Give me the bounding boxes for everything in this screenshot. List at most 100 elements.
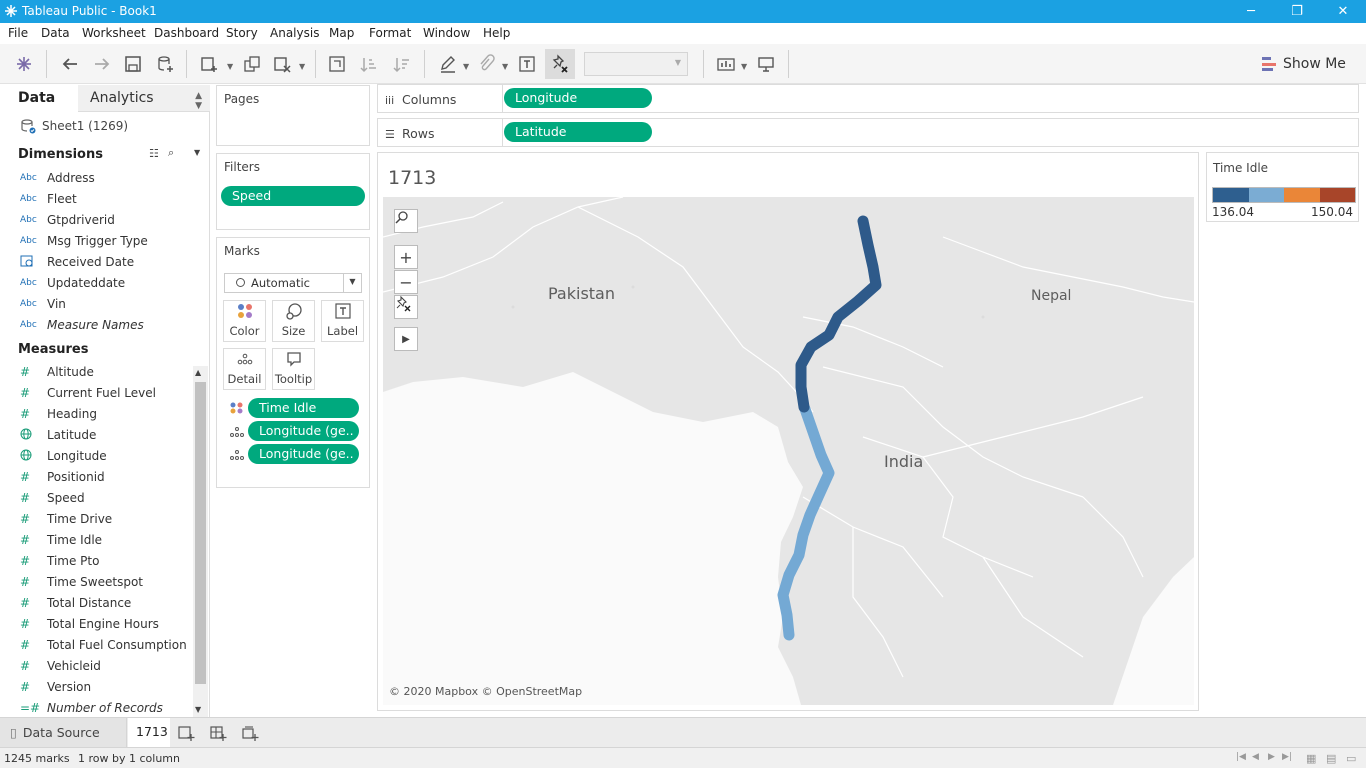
restore-button[interactable]: ❐ <box>1274 0 1320 23</box>
last-sheet-icon[interactable]: ▶| <box>1282 752 1292 762</box>
zoom-out-button[interactable]: − <box>394 270 418 294</box>
show-filmstrip-icon[interactable]: ▤ <box>1326 752 1336 765</box>
detail-button[interactable]: Detail <box>223 348 266 390</box>
dimension-field[interactable]: Abc Updateddate <box>20 274 125 292</box>
filters-card[interactable]: Filters Speed <box>216 153 370 230</box>
prev-sheet-icon[interactable]: ◀ <box>1252 752 1259 762</box>
reset-map-button[interactable] <box>394 295 418 319</box>
undo-icon[interactable] <box>58 52 82 76</box>
show-me-button[interactable]: Show Me <box>1262 54 1346 74</box>
columns-pill-longitude[interactable]: Longitude <box>504 88 652 108</box>
show-tabs-icon[interactable]: ▭ <box>1346 752 1356 765</box>
filter-pill-speed[interactable]: Speed <box>221 186 365 206</box>
menu-story[interactable]: Story <box>226 26 258 40</box>
zoom-in-button[interactable]: + <box>394 245 418 269</box>
measure-field[interactable]: # Time Idle <box>20 531 102 549</box>
dimension-field[interactable]: Abc Address <box>20 169 95 187</box>
measure-field[interactable]: Longitude <box>20 447 107 465</box>
sheet-tab-1713[interactable]: 1713 <box>128 718 170 747</box>
color-legend[interactable]: Time Idle 136.04 150.04 <box>1206 152 1359 222</box>
sort-ascending-icon[interactable] <box>357 52 381 76</box>
marks-pill-longitude-2[interactable]: Longitude (ge.. <box>248 444 359 464</box>
menu-data[interactable]: Data <box>41 26 70 40</box>
measure-field[interactable]: # Time Sweetspot <box>20 573 143 591</box>
color-button[interactable]: Color <box>223 300 266 342</box>
show-cards-icon[interactable] <box>714 52 738 76</box>
highlight-dropdown-icon[interactable]: ▼ <box>463 62 469 71</box>
measure-field[interactable]: # Time Drive <box>20 510 112 528</box>
datasource-item[interactable]: Sheet1 (1269) <box>20 118 128 134</box>
new-worksheet-tab-icon[interactable] <box>177 724 195 742</box>
minimize-button[interactable]: ─ <box>1228 0 1274 23</box>
clear-sheet-icon[interactable] <box>270 52 294 76</box>
tab-data[interactable]: Data <box>0 85 78 112</box>
first-sheet-icon[interactable]: |◀ <box>1236 752 1246 762</box>
dimension-field[interactable]: Abc Measure Names <box>20 316 144 334</box>
duplicate-sheet-icon[interactable] <box>240 52 264 76</box>
measure-field[interactable]: # Speed <box>20 489 85 507</box>
new-worksheet-icon[interactable] <box>197 52 221 76</box>
measure-field[interactable]: # Total Engine Hours <box>20 615 159 633</box>
measure-field[interactable]: # Total Fuel Consumption <box>20 636 187 654</box>
label-button[interactable]: Label <box>321 300 364 342</box>
clear-sheet-dropdown-icon[interactable]: ▼ <box>299 62 305 71</box>
dimensions-menu-icon[interactable]: ▼ <box>194 148 200 157</box>
menu-map[interactable]: Map <box>329 26 354 40</box>
measures-scrollbar[interactable]: ▲ ▼ <box>193 366 208 717</box>
group-dropdown-icon[interactable]: ▼ <box>502 62 508 71</box>
rows-pill-latitude[interactable]: Latitude <box>504 122 652 142</box>
measure-field[interactable]: Latitude <box>20 426 96 444</box>
menu-window[interactable]: Window <box>423 26 470 40</box>
redo-icon[interactable] <box>90 52 114 76</box>
map-search-button[interactable] <box>394 209 418 233</box>
rows-shelf[interactable]: ☰ Rows Latitude <box>377 118 1359 147</box>
new-worksheet-dropdown-icon[interactable]: ▼ <box>227 62 233 71</box>
pages-card[interactable]: Pages <box>216 85 370 146</box>
pane-sort-icon[interactable]: ▲ ▼ <box>195 91 202 111</box>
view-list-icon[interactable]: ☷ <box>149 147 159 160</box>
presentation-mode-icon[interactable] <box>754 52 778 76</box>
show-sheet-sorter-icon[interactable]: ▦ <box>1306 752 1316 765</box>
tab-analytics[interactable]: Analytics ▲ ▼ <box>78 85 210 112</box>
columns-shelf[interactable]: iii Columns Longitude <box>377 84 1359 113</box>
marks-pill-time-idle[interactable]: Time Idle <box>248 398 359 418</box>
save-icon[interactable] <box>121 52 145 76</box>
menu-help[interactable]: Help <box>483 26 510 40</box>
search-icon[interactable]: ⌕ <box>168 146 174 160</box>
new-data-source-icon[interactable] <box>153 52 177 76</box>
dimension-field[interactable]: Abc Fleet <box>20 190 77 208</box>
measure-field[interactable]: # Version <box>20 678 91 696</box>
dimension-field[interactable]: Abc Vin <box>20 295 66 313</box>
view-title[interactable]: 1713 <box>388 167 436 189</box>
menu-analysis[interactable]: Analysis <box>270 26 319 40</box>
measure-field[interactable]: # Total Distance <box>20 594 131 612</box>
measure-field[interactable]: =# Number of Records <box>20 699 163 717</box>
menu-file[interactable]: File <box>8 26 28 40</box>
scrollbar-thumb[interactable] <box>195 382 206 684</box>
menu-format[interactable]: Format <box>369 26 411 40</box>
next-sheet-icon[interactable]: ▶ <box>1268 752 1275 762</box>
show-cards-dropdown-icon[interactable]: ▼ <box>741 62 747 71</box>
measure-field[interactable]: # Current Fuel Level <box>20 384 156 402</box>
map-view[interactable]: Pakistan India Nepal + − ▶ © 2020 Mapbox… <box>383 197 1194 705</box>
measure-field[interactable]: # Positionid <box>20 468 105 486</box>
dimension-field[interactable]: Abc Gtpdriverid <box>20 211 115 229</box>
scroll-up-icon[interactable]: ▲ <box>195 368 201 377</box>
scroll-down-icon[interactable]: ▼ <box>195 705 201 714</box>
sort-descending-icon[interactable] <box>390 52 414 76</box>
menu-dashboard[interactable]: Dashboard <box>154 26 219 40</box>
measure-field[interactable]: # Heading <box>20 405 97 423</box>
group-members-icon[interactable] <box>474 52 498 76</box>
map-toolbar-expand-button[interactable]: ▶ <box>394 327 418 351</box>
marks-pill-longitude-1[interactable]: Longitude (ge.. <box>248 421 359 441</box>
data-source-tab[interactable]: ▯ Data Source <box>0 718 127 747</box>
close-button[interactable]: ✕ <box>1320 0 1366 23</box>
new-dashboard-tab-icon[interactable] <box>209 724 227 742</box>
measure-field[interactable]: # Altitude <box>20 363 94 381</box>
show-mark-labels-icon[interactable] <box>515 52 539 76</box>
menu-worksheet[interactable]: Worksheet <box>82 26 146 40</box>
tableau-home-icon[interactable] <box>12 52 36 76</box>
dimension-field[interactable]: Received Date <box>20 253 134 271</box>
measure-field[interactable]: # Vehicleid <box>20 657 101 675</box>
highlight-icon[interactable] <box>436 52 460 76</box>
